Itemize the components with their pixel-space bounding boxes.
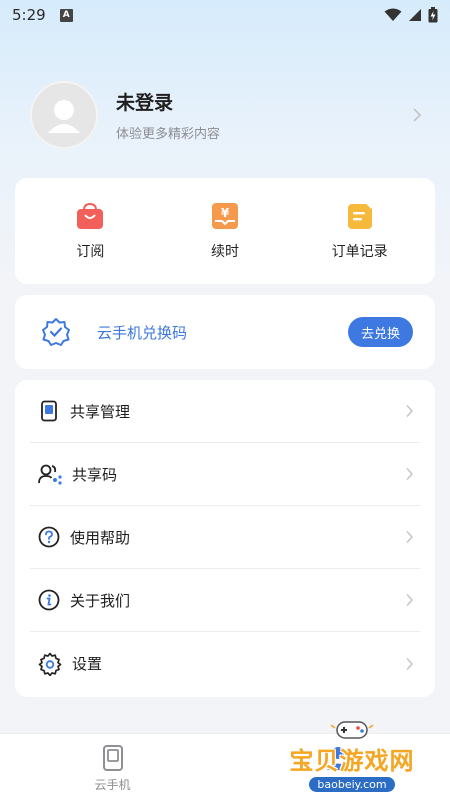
menu-card: 共享管理 共享码 使用帮助 关于我们 设置 <box>15 380 435 697</box>
menu-label: 设置 <box>72 655 103 673</box>
signal-icon <box>409 9 421 21</box>
users-share-icon <box>38 464 62 485</box>
tab-cloud-phone[interactable]: 云手机 <box>0 734 225 800</box>
status-time: 5:29 <box>12 6 46 24</box>
menu-label: 共享码 <box>72 465 118 484</box>
chevron-right-icon <box>406 467 414 481</box>
svg-text:¥: ¥ <box>221 206 230 220</box>
yen-ticket-icon: ¥ <box>211 203 238 229</box>
redeem-code-card[interactable]: 云手机兑换码 去兑换 <box>15 295 435 369</box>
info-circle-icon <box>38 589 60 611</box>
watermark-url: baobeiy.com <box>309 777 395 792</box>
quick-actions-card: 订阅 ¥ 续时 订单记录 <box>15 178 435 284</box>
order-history-button[interactable]: 订单记录 <box>300 201 420 261</box>
menu-item-share-management[interactable]: 共享管理 <box>30 380 420 443</box>
verified-badge-icon <box>42 318 70 346</box>
notification-a-icon: A <box>59 8 73 22</box>
status-bar: 5:29 A <box>0 0 450 30</box>
menu-item-help[interactable]: 使用帮助 <box>30 506 420 569</box>
renew-label: 续时 <box>210 244 239 260</box>
profile-header[interactable]: 未登录 体验更多精彩内容 <box>30 80 422 150</box>
chevron-right-icon <box>406 404 414 418</box>
profile-subtitle: 体验更多精彩内容 <box>116 127 221 142</box>
subscribe-label: 订阅 <box>76 244 105 260</box>
chevron-right-icon <box>413 108 422 122</box>
menu-label: 使用帮助 <box>70 528 131 547</box>
avatar[interactable] <box>30 81 98 149</box>
watermark: 宝贝游戏网 baobeiy.com <box>272 712 432 792</box>
phone-icon <box>102 745 123 771</box>
order-list-icon <box>347 202 373 229</box>
menu-label: 共享管理 <box>70 402 131 421</box>
default-avatar-icon <box>48 100 80 133</box>
chevron-right-icon <box>406 593 414 607</box>
gear-icon <box>38 652 62 676</box>
chevron-right-icon <box>406 530 414 544</box>
renew-button[interactable]: ¥ 续时 <box>165 201 285 261</box>
gamepad-icon <box>330 721 374 739</box>
menu-label: 关于我们 <box>70 591 131 610</box>
menu-item-about[interactable]: 关于我们 <box>30 569 420 632</box>
shopping-bag-icon <box>77 202 104 229</box>
share-device-icon <box>41 400 57 422</box>
help-circle-icon <box>38 526 60 548</box>
subscribe-button[interactable]: 订阅 <box>30 201 150 261</box>
order-history-label: 订单记录 <box>331 244 388 260</box>
profile-name: 未登录 <box>116 92 174 114</box>
menu-item-settings[interactable]: 设置 <box>30 632 420 695</box>
battery-icon <box>428 7 438 23</box>
redeem-button[interactable]: 去兑换 <box>347 317 413 347</box>
status-icons <box>384 7 438 23</box>
watermark-title: 宝贝游戏网 <box>289 747 415 775</box>
menu-item-share-code[interactable]: 共享码 <box>30 443 420 506</box>
tab-label: 云手机 <box>94 778 131 792</box>
redeem-code-label: 云手机兑换码 <box>97 323 188 342</box>
wifi-icon <box>384 8 402 21</box>
chevron-right-icon <box>406 657 414 670</box>
